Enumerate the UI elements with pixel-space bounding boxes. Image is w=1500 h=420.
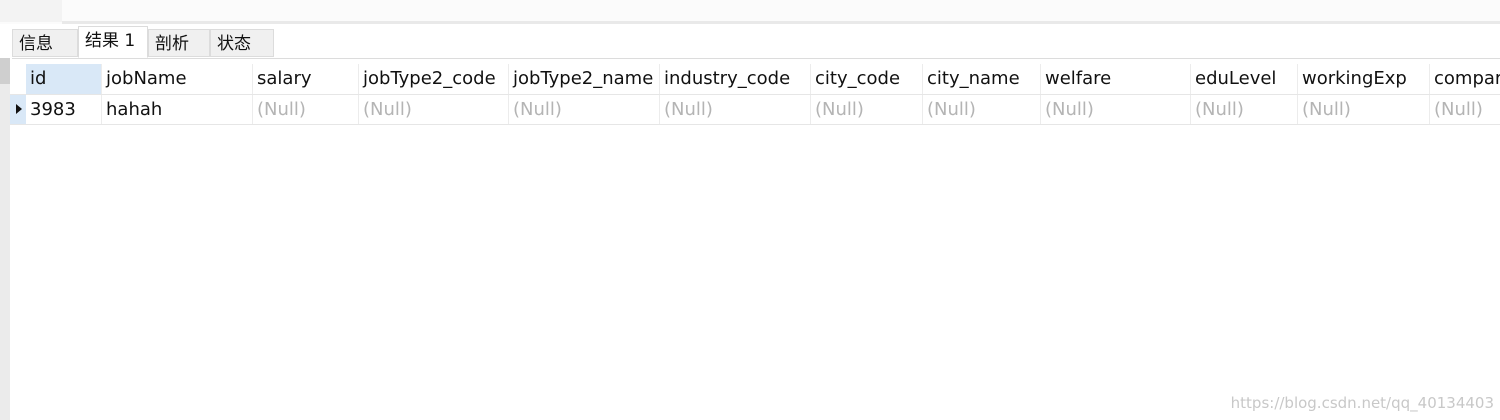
cell-jobtype2-code[interactable]: (Null) <box>359 95 509 124</box>
cell-edulevel[interactable]: (Null) <box>1191 95 1298 124</box>
cell-city-code[interactable]: (Null) <box>811 95 923 124</box>
cell-jobtype2-name[interactable]: (Null) <box>509 95 660 124</box>
column-header-workingexp[interactable]: workingExp <box>1298 64 1430 94</box>
column-header-edulevel[interactable]: eduLevel <box>1191 64 1298 94</box>
grid-left-gutter <box>0 58 10 420</box>
cell-id[interactable]: 3983 <box>26 95 102 124</box>
result-grid: id jobName salary jobType2_code jobType2… <box>10 62 1500 420</box>
grid-header-row: id jobName salary jobType2_code jobType2… <box>10 64 1500 95</box>
cell-city-name[interactable]: (Null) <box>923 95 1041 124</box>
tab-info[interactable]: 信息 <box>12 29 78 57</box>
column-header-industry-code[interactable]: industry_code <box>660 64 811 94</box>
header-gutter-cell <box>0 58 10 84</box>
column-header-city-name[interactable]: city_name <box>923 64 1041 94</box>
table-row[interactable]: 3983 hahah (Null) (Null) (Null) (Null) (… <box>10 95 1500 125</box>
column-header-jobtype2-code[interactable]: jobType2_code <box>359 64 509 94</box>
column-header-company[interactable]: compar <box>1430 64 1500 94</box>
toolbar-corner <box>0 0 62 22</box>
tab-status[interactable]: 状态 <box>210 29 274 57</box>
result-tabs: 信息 结果 1 剖析 状态 <box>12 26 1500 59</box>
tab-result-1[interactable]: 结果 1 <box>78 26 148 58</box>
toolbar-divider <box>62 21 1500 24</box>
cell-workingexp[interactable]: (Null) <box>1298 95 1430 124</box>
cell-salary[interactable]: (Null) <box>253 95 359 124</box>
column-header-welfare[interactable]: welfare <box>1041 64 1191 94</box>
tab-profile[interactable]: 剖析 <box>148 29 210 57</box>
cell-industry-code[interactable]: (Null) <box>660 95 811 124</box>
cell-company[interactable]: (Null) <box>1430 95 1500 124</box>
watermark-url: https://blog.csdn.net/qq_40134403 <box>1230 394 1494 412</box>
cell-jobname[interactable]: hahah <box>102 95 253 124</box>
cell-welfare[interactable]: (Null) <box>1041 95 1191 124</box>
toolbar-strip <box>0 0 1500 24</box>
query-result-window: 信息 结果 1 剖析 状态 id jobName salary jobType2… <box>0 0 1500 420</box>
column-header-city-code[interactable]: city_code <box>811 64 923 94</box>
column-header-id[interactable]: id <box>26 64 102 94</box>
column-header-jobname[interactable]: jobName <box>102 64 253 94</box>
column-header-jobtype2-name[interactable]: jobType2_name <box>509 64 660 94</box>
column-header-salary[interactable]: salary <box>253 64 359 94</box>
